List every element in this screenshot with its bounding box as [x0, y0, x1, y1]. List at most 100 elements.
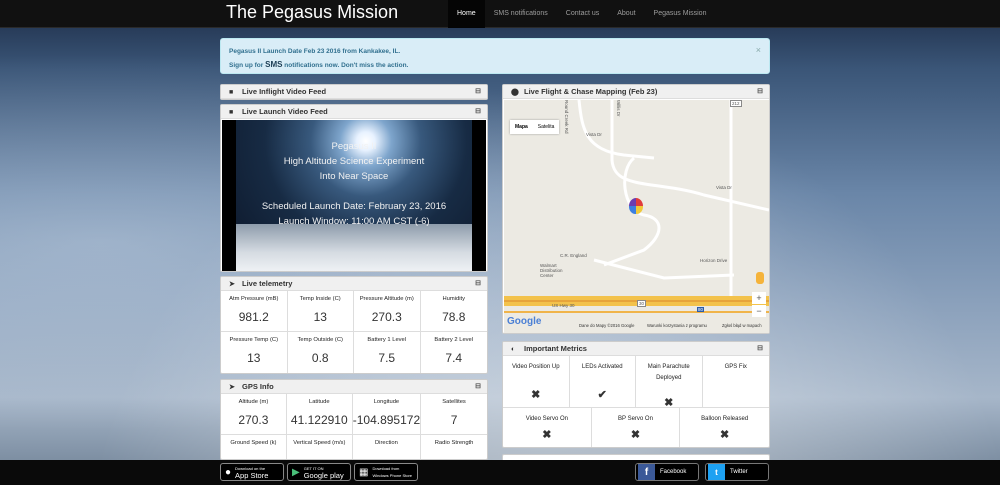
map-route-shield: 212	[730, 100, 742, 107]
nav-links: Home SMS notifications Contact us About …	[448, 0, 715, 28]
nav-pegasus-mission[interactable]: Pegasus Mission	[645, 0, 716, 28]
collapse-toggle-icon[interactable]: ⊟	[757, 342, 763, 356]
nav-home[interactable]: Home	[448, 0, 485, 28]
windows-phone-badge[interactable]: ▦ Download from Windows Phone Store	[354, 463, 418, 481]
app-store-badge[interactable]: ● Download on the App Store	[220, 463, 284, 481]
telemetry-cell: Temp Inside (C) 13	[287, 291, 354, 332]
metric-cell: Balloon Released ✖	[680, 408, 769, 447]
metric-cell: GPS Fix	[702, 356, 769, 408]
cross-icon: ✖	[531, 389, 541, 401]
map-type-control: Mapa Satelita	[510, 120, 560, 134]
panel-header: ➤ Live telemetry ⊟	[221, 277, 487, 291]
alert-line-2: Sign up for SMS notifications now. Don't…	[229, 60, 409, 69]
video-title-line: High Altitude Science Experiment	[283, 156, 425, 167]
panel-title: Live telemetry	[242, 279, 293, 288]
telemetry-cell: Humidity 78.8	[420, 291, 487, 332]
panel-header: ■ Live Launch Video Feed ⊟	[221, 105, 487, 119]
panel-title: Live Flight & Chase Mapping (Feb 23)	[524, 87, 658, 96]
cross-icon: ✖	[630, 429, 641, 441]
video-title-line: Pegasus II	[331, 141, 377, 152]
gps-cell: Altitude (m) 270.3	[221, 394, 287, 435]
map-road-label: Vista Dr	[586, 132, 602, 137]
metric-cell: BP Servo On ✖	[592, 408, 681, 447]
collapse-toggle-icon[interactable]: ⊟	[475, 85, 481, 99]
map-roads	[504, 100, 769, 313]
chase-map[interactable]: Mapa Satelita Round Creek Rd Willis Dr V…	[504, 100, 769, 333]
map-route-shield: 30	[637, 300, 647, 307]
nav-sms-notifications[interactable]: SMS notifications	[485, 0, 557, 28]
google-play-icon: ▶	[292, 466, 300, 478]
navbar: The Pegasus Mission Home SMS notificatio…	[0, 0, 1000, 28]
panel-header: ■ Live Inflight Video Feed ⊟	[221, 85, 487, 99]
telemetry-cell: Pressure Temp (C) 13	[221, 332, 288, 373]
toggle-switch-icon: ◐	[511, 346, 516, 353]
map-highway-label: US Hwy 30	[552, 303, 575, 308]
paper-plane-icon: ➤	[229, 281, 235, 288]
windows-icon: ▦	[359, 466, 369, 478]
google-logo: Google	[507, 316, 542, 327]
launch-video-panel: ■ Live Launch Video Feed ⊟ Pegasus II Hig…	[220, 104, 488, 272]
twitter-icon: t	[708, 464, 725, 480]
gps-cell: Radio Strength	[421, 435, 487, 459]
launch-video-player[interactable]: Pegasus II High Altitude Science Experim…	[222, 120, 486, 271]
site-brand[interactable]: The Pegasus Mission	[226, 2, 398, 23]
collapse-toggle-icon[interactable]: ⊟	[475, 380, 481, 394]
collapse-toggle-icon[interactable]: ⊟	[475, 277, 481, 291]
video-window-line: Launch Window: 11:00 AM CST (-6)	[278, 216, 430, 227]
gps-cell: Direction	[353, 435, 422, 459]
panel-title: Live Launch Video Feed	[242, 107, 328, 116]
apple-icon: ●	[225, 466, 232, 478]
metric-cell: Video Position Up ✖	[503, 356, 570, 408]
alert-line-1: Pegasus II Launch Date Feb 23 2016 from …	[229, 48, 401, 55]
map-marker-icon: ⬤	[511, 89, 519, 96]
footer-bar	[0, 460, 1000, 485]
telemetry-grid: Atm Pressure (mB) 981.2 Temp Inside (C) 13…	[221, 291, 488, 373]
cross-icon: ✖	[720, 429, 730, 441]
gps-cell: Satellites 7	[421, 394, 487, 435]
metrics-row-1: Video Position Up ✖ LEDs Activated ✔ Main …	[503, 356, 769, 409]
panel-header: ⬤ Live Flight & Chase Mapping (Feb 23) ⊟	[503, 85, 769, 99]
gps-cell: Longitude -104.895172	[352, 394, 422, 435]
telemetry-cell: Atm Pressure (mB) 981.2	[221, 291, 288, 332]
video-date-line: Scheduled Launch Date: February 23, 2016	[261, 201, 447, 212]
zoom-out-button[interactable]: −	[752, 305, 766, 317]
gps-info-panel: ➤ GPS Info ⊟ Altitude (m) 270.3 Latitude 41…	[220, 379, 488, 460]
twitter-button[interactable]: t Twitter	[705, 463, 769, 481]
metric-cell: LEDs Activated ✔	[569, 356, 636, 408]
collapse-toggle-icon[interactable]: ⊟	[757, 85, 763, 99]
map-type-satellite[interactable]: Satelita	[533, 120, 560, 134]
panel-header: ◐ Important Metrics ⊟	[503, 342, 769, 356]
map-road-label: Round Creek Rd	[564, 100, 569, 134]
gps-cell: Vertical Speed (m/s)	[287, 435, 353, 459]
gps-grid: Altitude (m) 270.3 Latitude 41.122910 Long…	[221, 394, 487, 459]
nav-about[interactable]: About	[608, 0, 644, 28]
metric-cell: Video Servo On ✖	[503, 408, 592, 447]
panel-title: Important Metrics	[524, 344, 587, 353]
sms-link[interactable]: SMS	[265, 60, 282, 69]
gps-cell: Latitude 41.122910	[286, 394, 353, 435]
cross-icon: ✖	[542, 429, 552, 441]
panel-header: ➤ GPS Info ⊟	[221, 380, 487, 394]
gps-cell: Ground Speed (k)	[221, 435, 287, 459]
nav-contact-us[interactable]: Contact us	[557, 0, 608, 28]
map-place-label: Walmart Distribution Center	[540, 263, 563, 278]
map-road-label: Willis Dr	[616, 100, 621, 117]
telemetry-cell: Temp Outside (C) 0.8	[288, 332, 354, 373]
telemetry-cell: Battery 2 Level 7.4	[421, 332, 488, 373]
video-camera-icon: ■	[229, 109, 234, 116]
metrics-row-2: Video Servo On ✖ BP Servo On ✖ Balloon Rel…	[503, 408, 769, 447]
map-terms-link[interactable]: Warunki korzystania z programu	[647, 323, 707, 328]
map-type-map[interactable]: Mapa	[510, 120, 533, 134]
zoom-in-button[interactable]: +	[752, 292, 766, 304]
facebook-icon: f	[638, 464, 655, 480]
facebook-button[interactable]: f Facebook	[635, 463, 699, 481]
launch-alert: Pegasus II Launch Date Feb 23 2016 from …	[220, 38, 770, 74]
balloon-marker-icon[interactable]	[629, 198, 643, 214]
google-play-badge[interactable]: ▶ GET IT ON Google play	[287, 463, 351, 481]
video-title-line: Into Near Space	[319, 171, 389, 182]
panel-title: GPS Info	[242, 382, 274, 391]
alert-close-button[interactable]: ×	[756, 44, 761, 57]
map-report-link[interactable]: Zgłoś błąd w mapach	[722, 323, 762, 328]
pegman-icon[interactable]	[756, 272, 764, 284]
collapse-toggle-icon[interactable]: ⊟	[475, 105, 481, 119]
